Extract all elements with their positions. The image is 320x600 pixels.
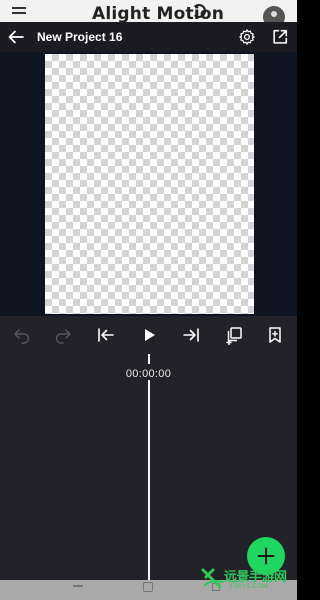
playback-toolbar (0, 316, 297, 354)
skip-start-icon[interactable] (96, 325, 116, 345)
export-icon[interactable] (271, 28, 289, 46)
home-appbar: Alight Motion (0, 0, 297, 22)
redo-icon[interactable] (53, 325, 73, 345)
nav-home-icon[interactable] (143, 582, 153, 592)
nav-back-icon[interactable] (73, 585, 83, 587)
site-watermark: 远景手游网 YJBYS.COM (200, 563, 297, 599)
project-header: New Project 16 (0, 22, 297, 52)
bookmark-add-icon[interactable] (265, 325, 285, 345)
playhead-top[interactable] (148, 354, 150, 364)
undo-icon[interactable] (12, 325, 32, 345)
gear-icon[interactable] (238, 28, 256, 46)
watermark-text: 远景手游网 (224, 570, 287, 585)
avatar[interactable] (263, 6, 285, 22)
playhead[interactable] (148, 380, 150, 580)
watermark-subtext: YJBYS.COM (229, 584, 269, 590)
add-layer-icon[interactable] (224, 325, 244, 345)
project-title: New Project 16 (37, 30, 123, 44)
project-canvas[interactable] (45, 54, 254, 314)
brand-swirl-icon (192, 4, 206, 18)
watermark-logo-icon (201, 568, 224, 589)
arrow-left-icon[interactable] (7, 28, 25, 46)
play-icon[interactable] (139, 325, 159, 345)
timecode: 00:00:00 (125, 368, 172, 380)
menu-icon[interactable] (12, 12, 26, 14)
preview-area (0, 52, 297, 316)
skip-end-icon[interactable] (181, 325, 201, 345)
